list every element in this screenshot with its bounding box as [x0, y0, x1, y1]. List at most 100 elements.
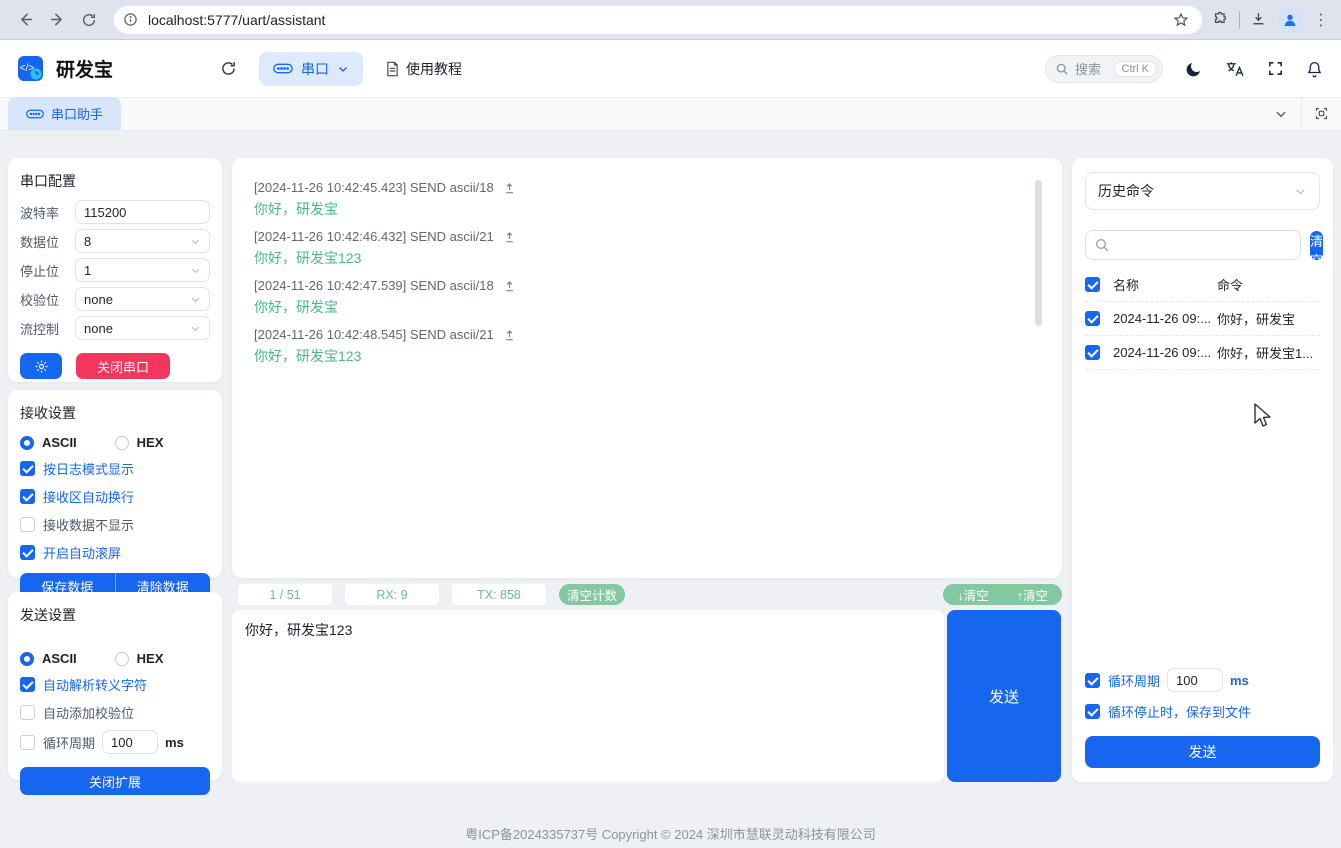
row-checkbox[interactable] [1085, 311, 1100, 326]
profile-avatar[interactable] [1277, 6, 1303, 33]
hex-radio-label: HEX [136, 651, 164, 666]
history-loop-unit: ms [1230, 672, 1249, 688]
history-search-input[interactable] [1116, 237, 1292, 253]
row-checkbox[interactable] [1085, 345, 1100, 360]
module-selector-button[interactable]: 串口 [259, 51, 363, 86]
history-row[interactable]: 2024-11-26 09:... 你好，研发宝 [1085, 302, 1320, 336]
search-icon [1056, 63, 1068, 75]
site-info-icon[interactable] [118, 8, 142, 32]
module-selector-label: 串口 [301, 60, 329, 77]
ascii-radio[interactable] [20, 651, 34, 666]
close-extension-button[interactable]: 关闭扩展 [20, 767, 210, 795]
app-name: 研发宝 [56, 60, 114, 81]
global-search[interactable]: 搜索 Ctrl K [1045, 54, 1163, 83]
chevron-down-icon [190, 236, 201, 247]
hex-radio[interactable] [114, 651, 129, 666]
stop-bits-select[interactable]: 1 [75, 258, 210, 282]
log-scrollbar-thumb[interactable] [1035, 180, 1042, 326]
baud-rate-input[interactable] [84, 204, 201, 220]
loop-period-checkbox[interactable] [20, 734, 35, 750]
parity-label: 校验位 [20, 292, 60, 308]
send-settings-title: 发送设置 [20, 607, 76, 623]
tutorial-link[interactable]: 使用教程 [385, 59, 462, 79]
app-logo[interactable]: </> 研发宝 [0, 54, 220, 84]
history-loop-input[interactable] [1167, 668, 1224, 692]
serial-settings-button[interactable] [20, 353, 62, 379]
clear-count-button[interactable]: 清空计数 [559, 584, 625, 605]
history-dropdown[interactable]: 历史命令 [1085, 172, 1320, 210]
escape-parse-checkbox[interactable] [20, 677, 35, 692]
hex-radio[interactable] [114, 435, 129, 450]
stop-bits-row: 停止位 1 [20, 258, 210, 282]
history-table-header: 名称 命令 [1085, 268, 1320, 302]
log-entry-meta: [2024-11-26 10:42:48.545] SEND ascii/21 [254, 327, 494, 342]
content-fullscreen-icon[interactable] [1301, 97, 1341, 130]
save-on-stop-option: 循环停止时，保存到文件 [1085, 702, 1320, 721]
auto-scroll-checkbox[interactable] [20, 545, 35, 560]
chevron-down-icon [190, 323, 201, 334]
baud-rate-input-wrap [75, 200, 210, 224]
escape-parse-label: 自动解析转义字符 [43, 678, 148, 693]
log-entry-meta: [2024-11-26 10:42:45.423] SEND ascii/18 [254, 180, 494, 195]
loop-period-input[interactable] [102, 730, 159, 754]
hide-received-label: 接收数据不显示 [43, 518, 135, 533]
tx-count-badge: TX: 858 [452, 584, 546, 605]
hide-received-option: 接收数据不显示 [20, 515, 210, 534]
history-send-button[interactable]: 发送 [1085, 736, 1320, 768]
fullscreen-icon[interactable] [1267, 60, 1284, 77]
browser-reload-icon[interactable] [74, 5, 104, 35]
extensions-icon[interactable] [1212, 11, 1229, 28]
close-serial-button[interactable]: 关闭串口 [76, 353, 170, 379]
tabs-collapse-chevron-icon[interactable] [1261, 97, 1301, 130]
auto-checksum-checkbox[interactable] [20, 705, 35, 720]
log-mode-checkbox[interactable] [20, 461, 35, 476]
log-entry: [2024-11-26 10:42:48.545] SEND ascii/21 … [254, 327, 1032, 366]
dark-mode-moon-icon[interactable] [1185, 60, 1203, 78]
send-message-input[interactable]: 你好，研发宝123 [232, 610, 944, 782]
flow-control-select[interactable]: none [75, 316, 210, 340]
bookmark-star-icon[interactable] [1166, 5, 1196, 35]
save-on-stop-checkbox[interactable] [1085, 704, 1100, 719]
language-translate-icon[interactable] [1225, 60, 1245, 78]
history-loop-checkbox[interactable] [1085, 672, 1100, 688]
ascii-radio[interactable] [20, 435, 34, 450]
clear-receive-button[interactable]: ↓清空 [943, 585, 1002, 604]
row-command: 你好，研发宝1... [1217, 346, 1314, 361]
notifications-bell-icon[interactable] [1306, 60, 1323, 78]
gear-icon [35, 360, 47, 372]
browser-forward-icon[interactable] [42, 5, 72, 35]
browser-back-icon[interactable] [10, 5, 40, 35]
history-clear-button[interactable]: 清空 [1310, 230, 1324, 268]
browser-menu-icon[interactable]: ⋮ [1313, 10, 1329, 30]
refresh-icon[interactable] [220, 60, 237, 77]
receive-settings-panel: 接收设置 ASCII HEX 按日志模式显示 接收区自动换行 接收数据不显示 开… [8, 390, 222, 599]
logo-icon: </> [18, 55, 43, 81]
log-mode-label: 按日志模式显示 [43, 462, 135, 477]
parity-select[interactable]: none [75, 287, 210, 311]
tab-serial-assistant[interactable]: 串口助手 [8, 97, 122, 130]
footer-text: 粤ICP备2024335737号 Copyright © 2024 深圳市慧联灵… [465, 826, 876, 842]
data-bits-select[interactable]: 8 [75, 229, 210, 253]
serial-config-title: 串口配置 [20, 173, 76, 189]
tab-bar-actions [1261, 97, 1341, 130]
auto-wrap-checkbox[interactable] [20, 489, 35, 504]
browser-url-bar[interactable]: localhost:5777/uart/assistant [114, 5, 1202, 35]
serial-buttons-row: 关闭串口 [20, 353, 210, 379]
history-search-wrap [1085, 230, 1301, 260]
parity-value: none [84, 291, 113, 307]
url-text[interactable]: localhost:5777/uart/assistant [142, 12, 1166, 28]
select-all-checkbox[interactable] [1085, 277, 1100, 292]
downloads-icon[interactable] [1250, 11, 1267, 28]
history-row[interactable]: 2024-11-26 09:... 你好，研发宝1... [1085, 336, 1320, 370]
log-entry-meta: [2024-11-26 10:42:46.432] SEND ascii/21 [254, 229, 494, 244]
browser-toolbar-right: ⋮ [1212, 6, 1331, 33]
chevron-down-icon [339, 66, 347, 72]
document-icon [387, 61, 398, 76]
send-button[interactable]: 发送 [947, 610, 1061, 782]
serial-port-icon [273, 63, 293, 74]
clear-send-button[interactable]: ↑清空 [1003, 585, 1062, 604]
send-mode-radio-row: ASCII HEX [20, 651, 210, 666]
hide-received-checkbox[interactable] [20, 517, 35, 532]
upload-icon [504, 329, 515, 341]
upload-icon [504, 280, 515, 292]
